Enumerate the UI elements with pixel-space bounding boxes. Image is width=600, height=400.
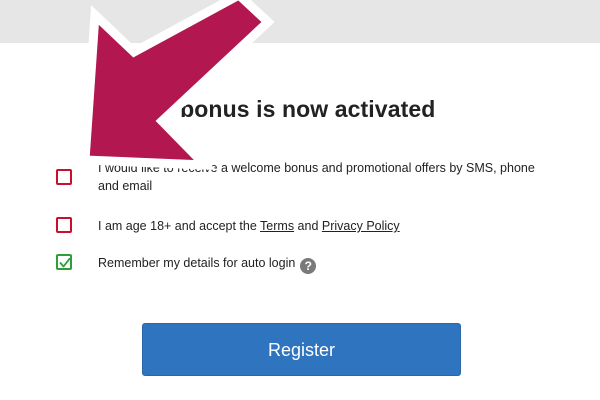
remember-me-label: Remember my details for auto login	[98, 256, 296, 270]
age-terms-label: I am age 18+ and accept the Terms and Pr…	[98, 217, 548, 235]
privacy-policy-link[interactable]: Privacy Policy	[322, 219, 400, 233]
promo-consent-checkbox[interactable]	[56, 169, 72, 185]
remember-me-checkbox[interactable]	[56, 254, 72, 270]
age-terms-conjunction: and	[294, 219, 322, 233]
register-button[interactable]: Register	[142, 323, 461, 376]
remember-me-label-wrap: Remember my details for auto login?	[98, 254, 548, 274]
top-gray-band	[0, 0, 600, 43]
checkmark-icon	[59, 257, 71, 268]
terms-link[interactable]: Terms	[260, 219, 294, 233]
promo-consent-label: I would like to receive a welcome bonus …	[98, 161, 535, 193]
question-circle-icon[interactable]: ?	[300, 258, 317, 274]
bonus-activated-heading: r bonus is now activated	[164, 96, 436, 122]
age-terms-checkbox[interactable]	[56, 217, 72, 233]
age-terms-prefix: I am age 18+ and accept the	[98, 219, 261, 233]
